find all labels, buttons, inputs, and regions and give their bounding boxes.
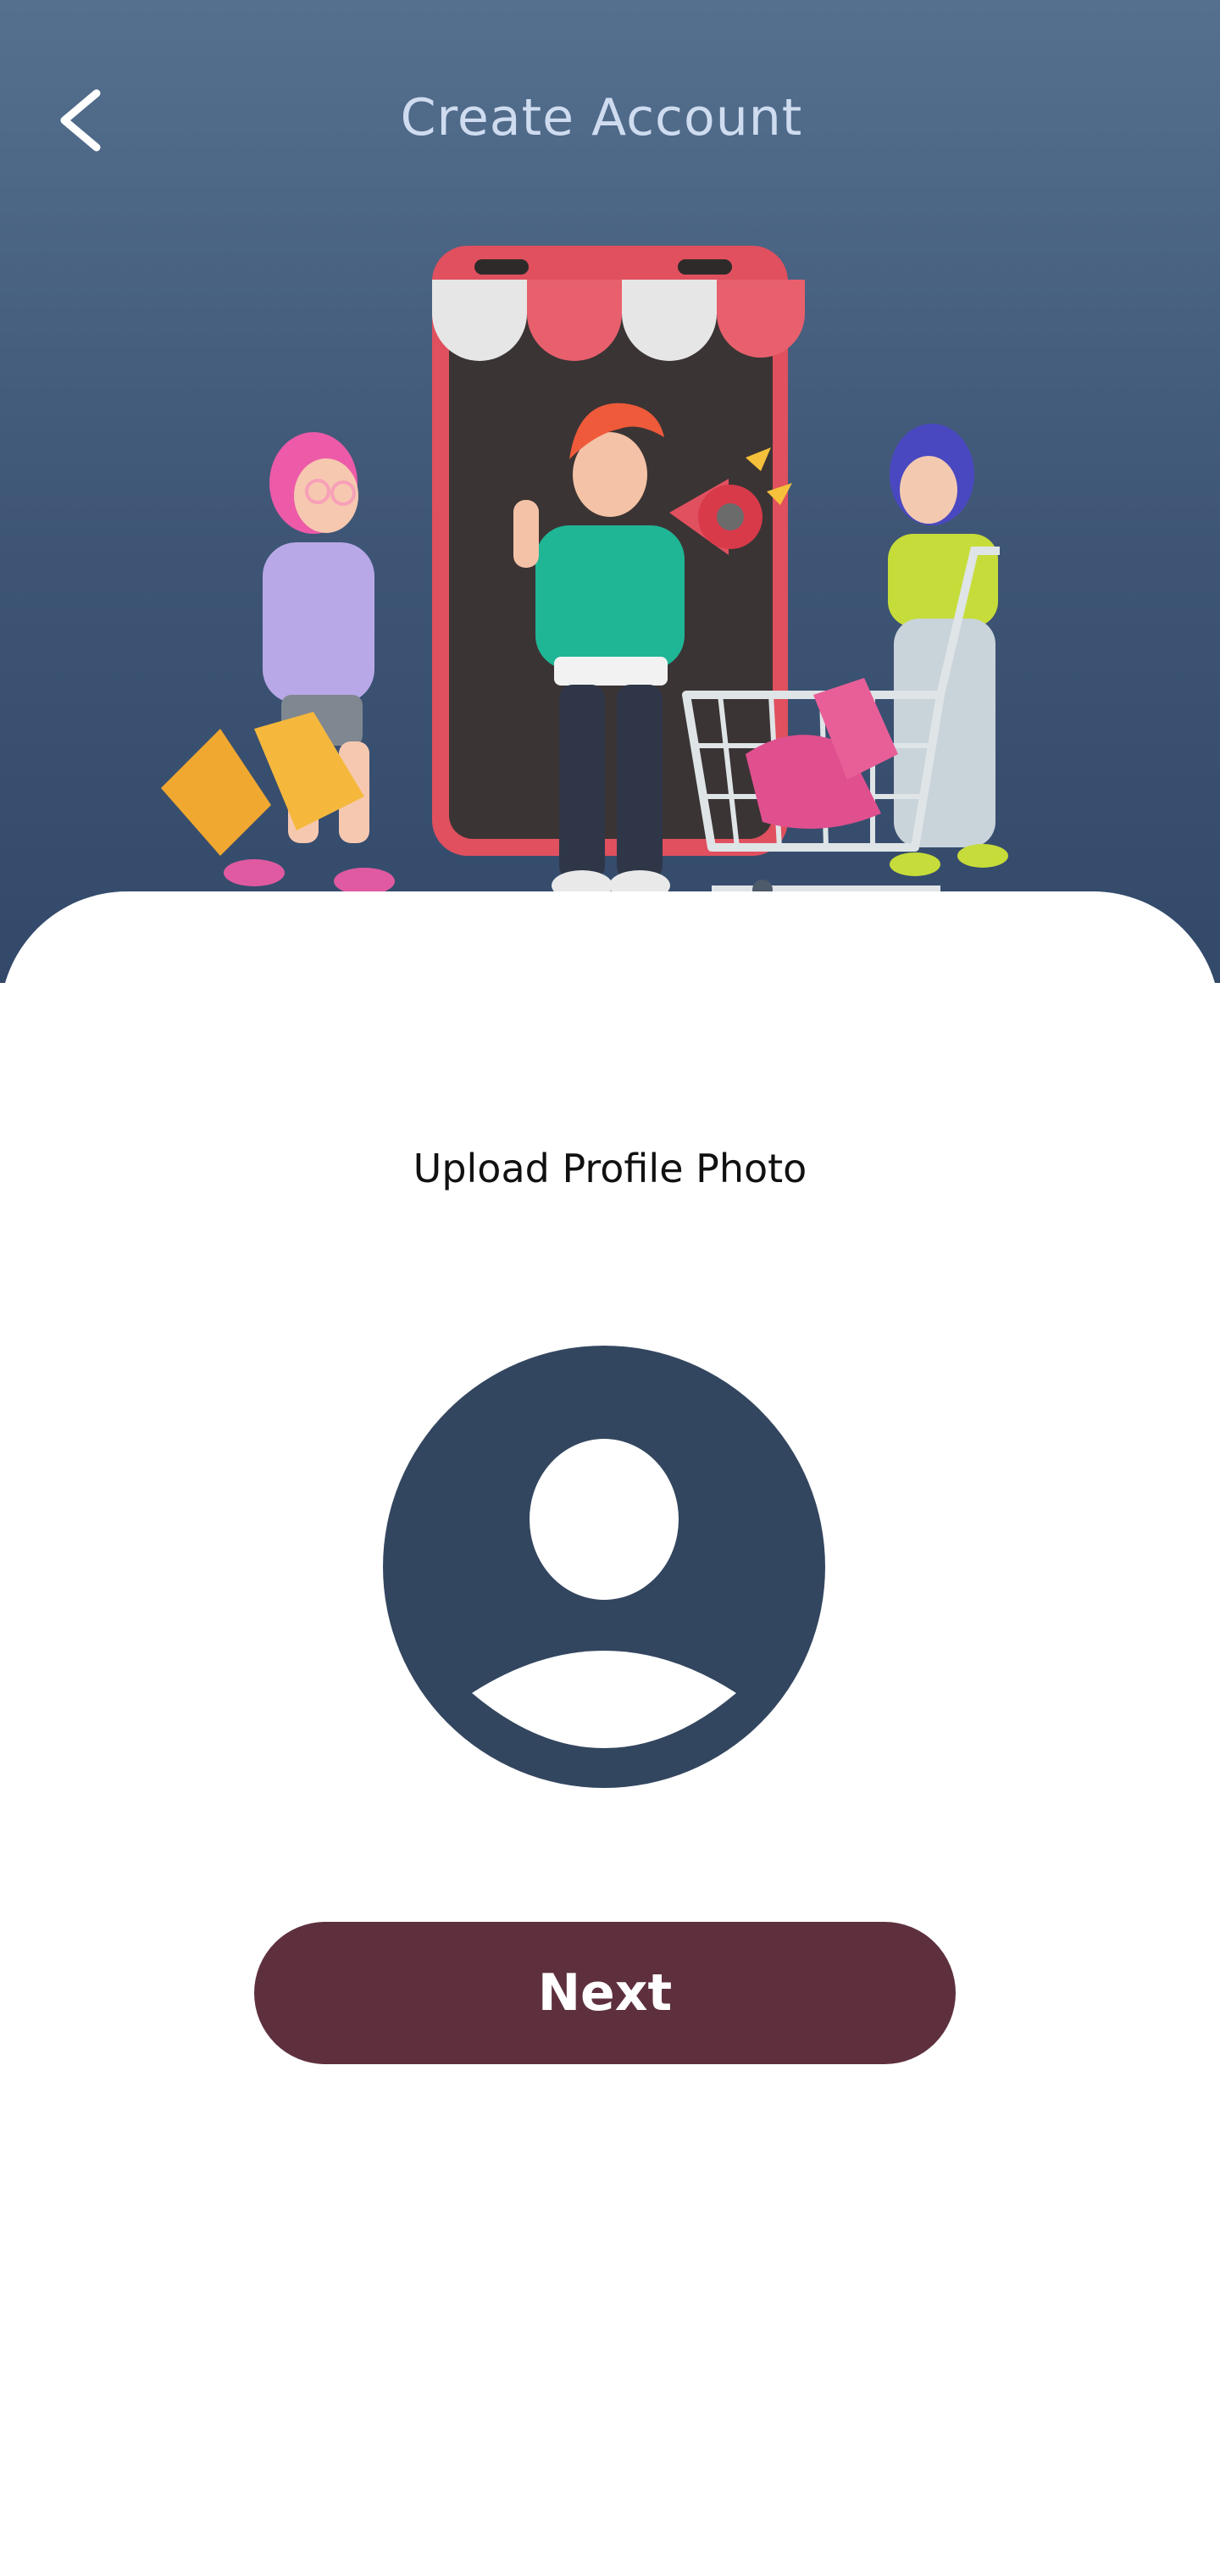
- next-button[interactable]: Next: [254, 1922, 956, 2064]
- left-character-image: [161, 432, 395, 895]
- header: Create Account: [0, 0, 1220, 983]
- page-title: Create Account: [400, 88, 803, 147]
- user-placeholder-icon: [383, 1346, 825, 1788]
- upload-profile-photo-label: Upload Profile Photo: [413, 1146, 807, 1191]
- shopping-illustration: [161, 246, 1008, 957]
- profile-photo-upload[interactable]: [383, 1346, 825, 1788]
